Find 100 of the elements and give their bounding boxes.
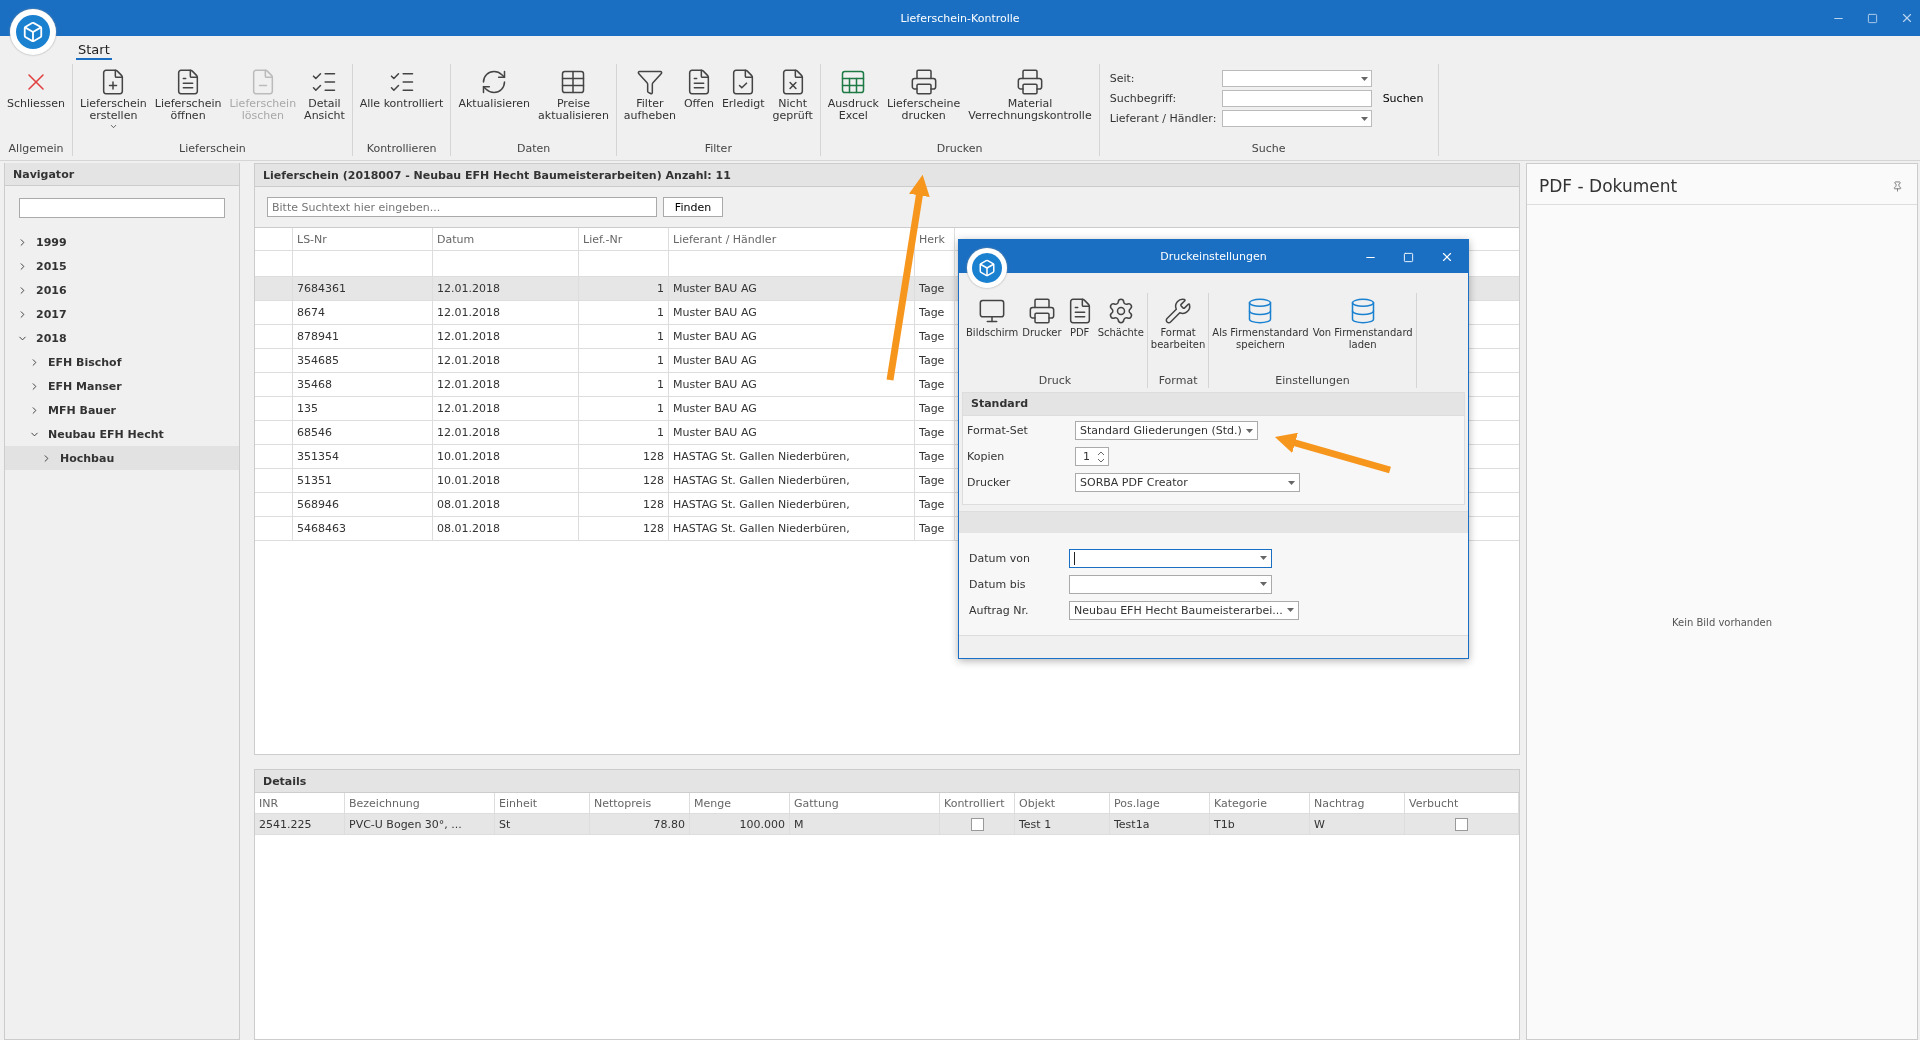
table-cell: HASTAG St. Gallen Niederbüren,: [669, 469, 915, 492]
ribbon-button[interactable]: Schliessen: [4, 64, 69, 112]
tree-item[interactable]: EFH Manser: [5, 374, 239, 398]
spin-field[interactable]: 1: [1075, 447, 1109, 467]
table-cell: 12.01.2018: [433, 277, 579, 300]
dropdown-arrow-icon: [1260, 582, 1267, 587]
tree-item[interactable]: EFH Bischof: [5, 350, 239, 374]
dropdown-arrow-icon: [1260, 556, 1267, 561]
restore-icon[interactable]: [1867, 12, 1878, 24]
table-cell: Muster BAU AG: [669, 397, 915, 420]
table-cell: 51351: [293, 469, 433, 492]
table-cell: Tage: [915, 517, 955, 540]
table-cell: 128: [579, 469, 669, 492]
ribbon-button[interactable]: Aktualisieren: [455, 64, 534, 112]
dialog-title: Druckeinstellungen: [1160, 250, 1267, 264]
group-label: Drucken: [935, 142, 984, 156]
pin-icon[interactable]: [1892, 180, 1903, 192]
checkbox[interactable]: [1455, 817, 1468, 831]
table-cell: 1: [579, 301, 669, 324]
find-button[interactable]: Finden: [663, 197, 723, 217]
dropdown-arrow-icon: [1245, 428, 1253, 433]
column-header[interactable]: Kontrolliert: [940, 793, 1015, 813]
ribbon-button[interactable]: Lieferscheine drucken: [883, 64, 964, 124]
column-header[interactable]: Pos.lage: [1110, 793, 1210, 813]
column-header[interactable]: INR: [255, 793, 345, 813]
table-cell: 135: [293, 397, 433, 420]
tree-item[interactable]: 2017: [5, 302, 239, 326]
group-label: Druck: [1037, 373, 1073, 388]
tree-item[interactable]: Neubau EFH Hecht: [5, 422, 239, 446]
group-label: Einstellungen: [1274, 373, 1351, 388]
column-header[interactable]: Menge: [690, 793, 790, 813]
ribbon-button[interactable]: Nicht geprüft: [769, 64, 816, 124]
text-field[interactable]: [1222, 90, 1373, 107]
checkbox[interactable]: [970, 817, 984, 831]
ribbon-button[interactable]: Erledigt: [718, 64, 768, 112]
column-header[interactable]: Verbucht: [1405, 793, 1519, 813]
table-cell: 1: [579, 421, 669, 444]
table-cell: Muster BAU AG: [669, 373, 915, 396]
search-field[interactable]: [19, 198, 225, 218]
ribbon-tab[interactable]: Start: [76, 42, 112, 60]
ribbon-button[interactable]: Offen: [680, 64, 717, 112]
tree-item[interactable]: Hochbau: [5, 446, 239, 470]
tree-item[interactable]: 2018: [5, 326, 239, 350]
ribbon-button[interactable]: Ausdruck Excel: [824, 64, 882, 124]
column-header[interactable]: Nettopreis: [590, 793, 690, 813]
ribbon-button[interactable]: Material Verrechnungskontrolle: [965, 64, 1095, 124]
column-header[interactable]: Bezeichnung: [345, 793, 495, 813]
table-cell: 128: [579, 445, 669, 468]
maximize-icon[interactable]: [1403, 251, 1414, 263]
ribbon-button[interactable]: Detail Ansicht: [301, 64, 348, 124]
panel-header: Navigator: [5, 163, 239, 186]
dropdown-field[interactable]: Standard Gliederungen (Std.): [1075, 421, 1258, 441]
column-header[interactable]: Gattung: [790, 793, 940, 813]
dropdown-field[interactable]: SORBA PDF Creator: [1075, 473, 1300, 493]
column-header[interactable]: Einheit: [495, 793, 590, 813]
column-header[interactable]: Datum: [433, 228, 579, 250]
table-cell: PVC-U Bogen 30°, ...: [345, 814, 495, 834]
close-icon[interactable]: [1440, 250, 1454, 264]
column-header[interactable]: Herk: [915, 228, 955, 250]
tree-item[interactable]: 2016: [5, 278, 239, 302]
ribbon-button[interactable]: Filter aufheben: [620, 64, 679, 124]
ribbon-button[interactable]: Preise aktualisieren: [535, 64, 612, 124]
ribbon-button[interactable]: Lieferschein öffnen: [151, 64, 225, 124]
ribbon-button[interactable]: Alle kontrolliert: [356, 64, 447, 112]
table-cell: Tage: [915, 421, 955, 444]
dropdown-arrow-icon: [1288, 480, 1295, 485]
column-header[interactable]: Lief.-Nr: [579, 228, 669, 250]
dropdown-field[interactable]: Neubau EFH Hecht Baumeisterarbei...: [1069, 600, 1299, 620]
tree-item[interactable]: MFH Bauer: [5, 398, 239, 422]
table-cell: 68546: [293, 421, 433, 444]
tree-item[interactable]: 1999: [5, 230, 239, 254]
dropdown-field[interactable]: [1069, 574, 1272, 594]
tools-icon: [1164, 297, 1193, 326]
ribbon-button[interactable]: Lieferschein erstellen: [77, 64, 150, 133]
dropdown-field[interactable]: [1069, 548, 1272, 568]
dropdown-field[interactable]: [1222, 110, 1373, 127]
close-icon[interactable]: [1900, 11, 1914, 25]
group-label: Allgemein: [7, 142, 65, 156]
table-cell: Test1a: [1110, 814, 1210, 834]
table-cell: 10.01.2018: [433, 469, 579, 492]
table-cell: Tage: [915, 397, 955, 420]
dropdown-arrow-icon: [1286, 608, 1294, 613]
column-header[interactable]: LS-Nr: [293, 228, 433, 250]
tree-item[interactable]: 2015: [5, 254, 239, 278]
app-logo[interactable]: [10, 9, 56, 55]
table-cell: 12.01.2018: [433, 373, 579, 396]
search-button[interactable]: Suchen: [1378, 92, 1428, 105]
table-cell: 08.01.2018: [433, 493, 579, 516]
column-header[interactable]: Nachtrag: [1310, 793, 1405, 813]
table-cell: Tage: [915, 277, 955, 300]
table-cell: 78.80: [590, 814, 690, 834]
dropdown-field[interactable]: [1222, 70, 1373, 87]
column-header[interactable]: Objekt: [1015, 793, 1110, 813]
search-field[interactable]: Bitte Suchtext hier eingeben...: [267, 197, 657, 217]
table-cell: W: [1310, 814, 1405, 834]
field-label: Kopien: [967, 450, 1006, 464]
column-header[interactable]: Lieferant / Händler: [669, 228, 915, 250]
table-cell: Tage: [915, 301, 955, 324]
table-cell: 1: [579, 349, 669, 372]
column-header[interactable]: Kategorie: [1210, 793, 1310, 813]
